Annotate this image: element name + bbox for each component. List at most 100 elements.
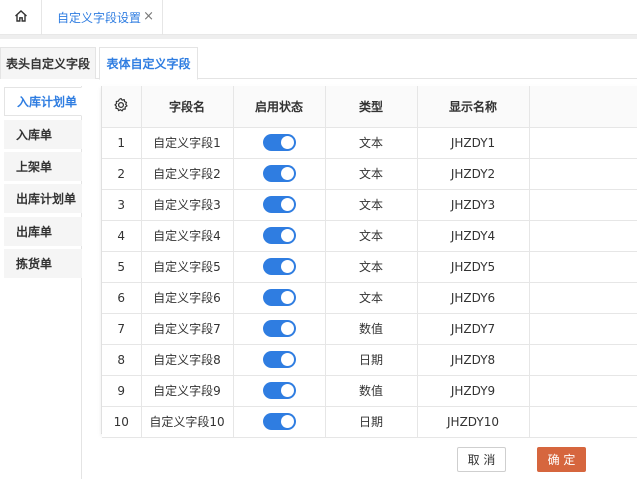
- enabled-toggle-cell: [233, 189, 326, 221]
- document-type-nav: 入库计划单 入库单 上架单 出库计划单 出库单 拣货单: [0, 86, 82, 479]
- row-index: 1: [102, 127, 142, 159]
- toggle-knob: [280, 229, 294, 242]
- display-name: JHZDY2: [417, 158, 530, 190]
- nav-item-picking[interactable]: 拣货单: [4, 249, 82, 278]
- table-header-row: 字段名 启用状态 类型 显示名称: [102, 86, 637, 128]
- field-name: 自定义字段1: [141, 127, 234, 159]
- display-name: JHZDY4: [417, 220, 530, 252]
- empty-cell: [529, 375, 637, 407]
- field-type: 日期: [325, 344, 418, 376]
- empty-cell: [529, 127, 637, 159]
- field-name: 自定义字段2: [141, 158, 234, 190]
- divider: [0, 35, 637, 39]
- enabled-toggle-cell: [233, 313, 326, 345]
- table-row: 1 自定义字段1 文本 JHZDY1: [102, 127, 637, 159]
- row-index: 9: [102, 375, 142, 407]
- nav-item-outbound-plan[interactable]: 出库计划单: [4, 184, 82, 213]
- toggle-knob: [280, 198, 294, 211]
- header-enabled-status: 启用状态: [233, 86, 326, 128]
- confirm-button[interactable]: 确 定: [537, 447, 586, 472]
- enabled-toggle[interactable]: [262, 134, 296, 151]
- tab-body-custom-fields[interactable]: 表体自定义字段: [99, 47, 198, 80]
- display-name: JHZDY6: [417, 282, 530, 314]
- empty-cell: [529, 344, 637, 376]
- row-index: 7: [102, 313, 142, 345]
- table-row: 3 自定义字段3 文本 JHZDY3: [102, 189, 637, 221]
- toggle-knob: [280, 353, 294, 366]
- toggle-knob: [280, 291, 294, 304]
- nav-item-inbound[interactable]: 入库单: [4, 120, 82, 149]
- enabled-toggle-cell: [233, 282, 326, 314]
- home-tab[interactable]: [0, 0, 42, 35]
- field-name: 自定义字段6: [141, 282, 234, 314]
- field-name: 自定义字段7: [141, 313, 234, 345]
- display-name: JHZDY7: [417, 313, 530, 345]
- field-name: 自定义字段3: [141, 189, 234, 221]
- field-name: 自定义字段5: [141, 251, 234, 283]
- enabled-toggle-cell: [233, 251, 326, 283]
- cancel-button[interactable]: 取 消: [457, 447, 506, 472]
- enabled-toggle-cell: [233, 344, 326, 376]
- tab-label: 自定义字段设置: [57, 11, 142, 25]
- field-type: 数值: [325, 313, 418, 345]
- enabled-toggle[interactable]: [262, 351, 296, 368]
- tab-header-custom-fields[interactable]: 表头自定义字段: [0, 47, 96, 79]
- row-index: 4: [102, 220, 142, 252]
- enabled-toggle-cell: [233, 375, 326, 407]
- tab-custom-field-settings[interactable]: 自定义字段设置 ×: [42, 0, 163, 35]
- header-display-name: 显示名称: [417, 86, 530, 128]
- toggle-knob: [280, 322, 294, 335]
- close-icon[interactable]: ×: [143, 10, 154, 24]
- field-name: 自定义字段10: [141, 406, 234, 438]
- header-empty: [529, 86, 637, 128]
- row-index: 8: [102, 344, 142, 376]
- table-row: 6 自定义字段6 文本 JHZDY6: [102, 282, 637, 314]
- display-name: JHZDY3: [417, 189, 530, 221]
- header-type: 类型: [325, 86, 418, 128]
- empty-cell: [529, 313, 637, 345]
- row-index: 2: [102, 158, 142, 190]
- table-row: 2 自定义字段2 文本 JHZDY2: [102, 158, 637, 190]
- table-row: 8 自定义字段8 日期 JHZDY8: [102, 344, 637, 376]
- field-type: 文本: [325, 158, 418, 190]
- empty-cell: [529, 251, 637, 283]
- nav-item-putaway[interactable]: 上架单: [4, 152, 82, 181]
- field-name: 自定义字段4: [141, 220, 234, 252]
- toggle-knob: [280, 260, 294, 273]
- display-name: JHZDY10: [417, 406, 530, 438]
- enabled-toggle[interactable]: [262, 227, 296, 244]
- table-row: 5 自定义字段5 文本 JHZDY5: [102, 251, 637, 283]
- field-type: 文本: [325, 189, 418, 221]
- toggle-knob: [280, 167, 294, 180]
- sub-tab-bar: 表头自定义字段 表体自定义字段: [0, 47, 637, 80]
- empty-cell: [529, 282, 637, 314]
- enabled-toggle[interactable]: [262, 258, 296, 275]
- row-index: 10: [102, 406, 142, 438]
- enabled-toggle[interactable]: [262, 289, 296, 306]
- enabled-toggle[interactable]: [262, 165, 296, 182]
- custom-fields-table: 字段名 启用状态 类型 显示名称 1 自定义字段1 文本 JHZDY1 2 自定义字段2 文…: [101, 86, 637, 438]
- display-name: JHZDY1: [417, 127, 530, 159]
- field-type: 文本: [325, 251, 418, 283]
- enabled-toggle[interactable]: [262, 196, 296, 213]
- toggle-knob: [280, 136, 294, 149]
- empty-cell: [529, 189, 637, 221]
- enabled-toggle[interactable]: [262, 413, 296, 430]
- enabled-toggle-cell: [233, 127, 326, 159]
- enabled-toggle[interactable]: [262, 382, 296, 399]
- nav-item-inbound-plan[interactable]: 入库计划单: [4, 87, 82, 116]
- top-tab-bar: 自定义字段设置 ×: [0, 0, 637, 35]
- row-index: 6: [102, 282, 142, 314]
- display-name: JHZDY8: [417, 344, 530, 376]
- column-settings[interactable]: [102, 86, 142, 128]
- row-index: 3: [102, 189, 142, 221]
- home-icon: [14, 9, 28, 26]
- nav-item-outbound[interactable]: 出库单: [4, 217, 82, 246]
- field-type: 文本: [325, 127, 418, 159]
- enabled-toggle[interactable]: [262, 320, 296, 337]
- table-row: 7 自定义字段7 数值 JHZDY7: [102, 313, 637, 345]
- table-row: 10 自定义字段10 日期 JHZDY10: [102, 406, 637, 438]
- gear-icon[interactable]: [113, 97, 129, 116]
- field-type: 数值: [325, 375, 418, 407]
- header-field-name: 字段名: [141, 86, 234, 128]
